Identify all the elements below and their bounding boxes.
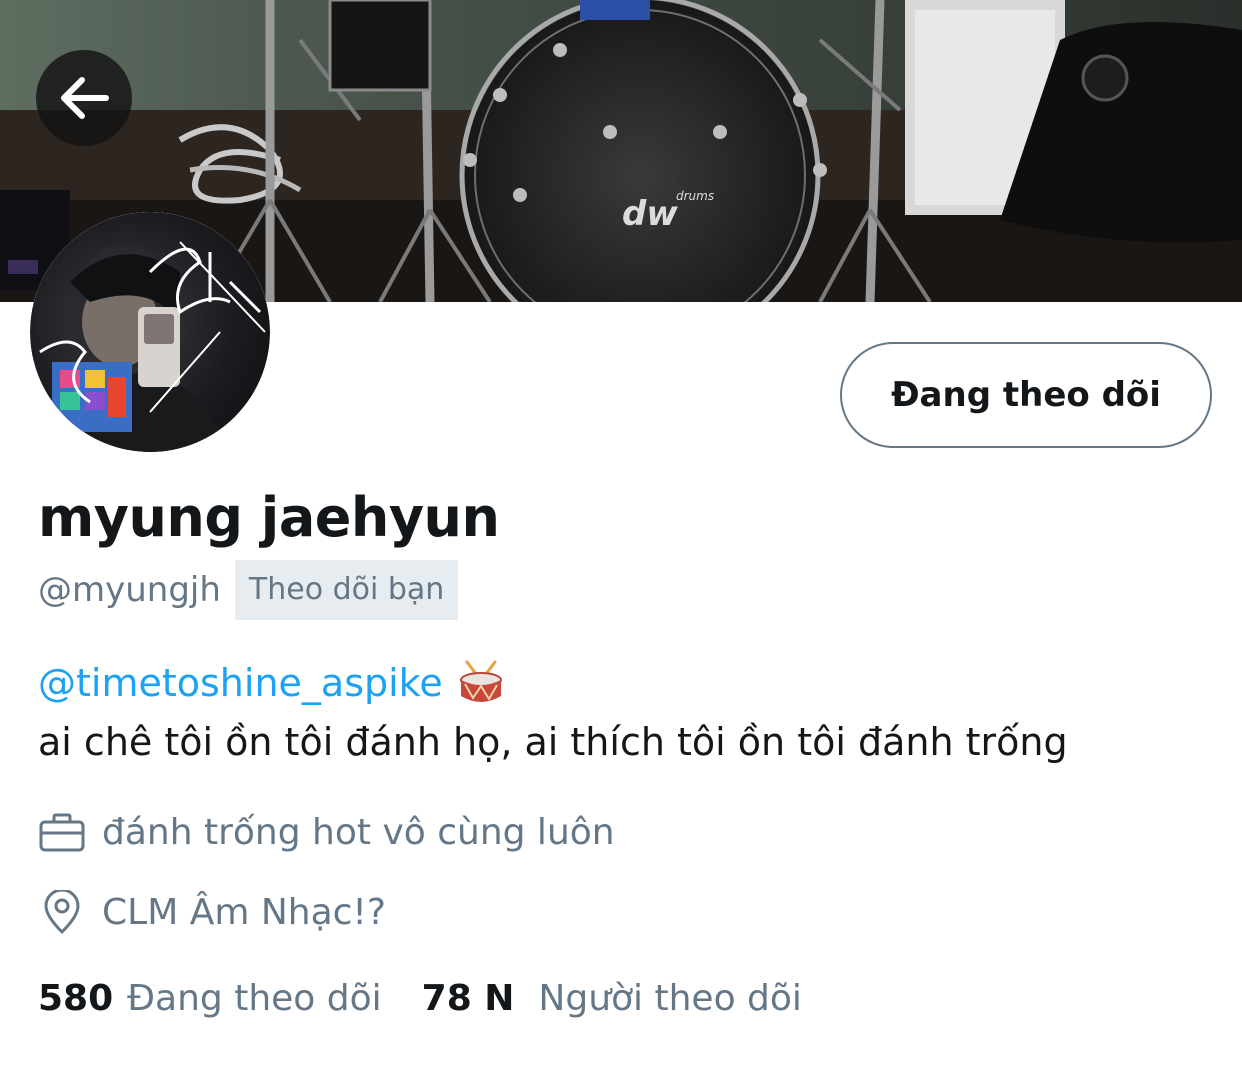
map-pin-icon bbox=[44, 890, 80, 934]
job-text: đánh trống hot vô cùng luôn bbox=[102, 812, 615, 853]
following-button[interactable]: Đang theo dõi bbox=[840, 342, 1212, 448]
job-row: đánh trống hot vô cùng luôn bbox=[38, 812, 615, 853]
bio-mention-row: @timetoshine_aspike bbox=[38, 660, 503, 706]
bio-text: ai chê tôi ồn tôi đánh họ, ai thích tôi … bbox=[38, 720, 1068, 764]
handle-row: @myungjh Theo dõi bạn bbox=[38, 560, 459, 620]
followers-stat[interactable]: 78 N Người theo dõi bbox=[422, 978, 802, 1019]
profile-handle: @myungjh bbox=[38, 570, 221, 610]
back-button[interactable] bbox=[36, 50, 132, 146]
following-button-label: Đang theo dõi bbox=[891, 375, 1161, 415]
profile-name: myung jaehyun bbox=[38, 486, 500, 549]
arrow-left-icon bbox=[61, 77, 109, 119]
following-count: 580 bbox=[38, 978, 114, 1019]
followers-label: Người theo dõi bbox=[538, 978, 802, 1019]
bio-mention-link[interactable]: @timetoshine_aspike bbox=[38, 661, 443, 705]
briefcase-icon bbox=[39, 813, 85, 851]
follow-stats: 580 Đang theo dõi 78 N Người theo dõi bbox=[38, 978, 802, 1019]
location-text: CLM Âm Nhạc!? bbox=[102, 891, 386, 933]
location-row: CLM Âm Nhạc!? bbox=[38, 890, 386, 934]
follows-you-badge: Theo dõi bạn bbox=[234, 560, 459, 620]
following-stat[interactable]: 580 Đang theo dõi bbox=[38, 978, 382, 1019]
following-label: Đang theo dõi bbox=[127, 978, 382, 1019]
followers-count: 78 N bbox=[421, 978, 515, 1019]
drum-emoji-icon bbox=[459, 660, 502, 702]
svg-text:drums: drums bbox=[676, 189, 714, 203]
avatar-photo bbox=[39, 241, 266, 452]
avatar[interactable] bbox=[30, 212, 270, 452]
svg-text:dw: dw bbox=[622, 194, 678, 234]
